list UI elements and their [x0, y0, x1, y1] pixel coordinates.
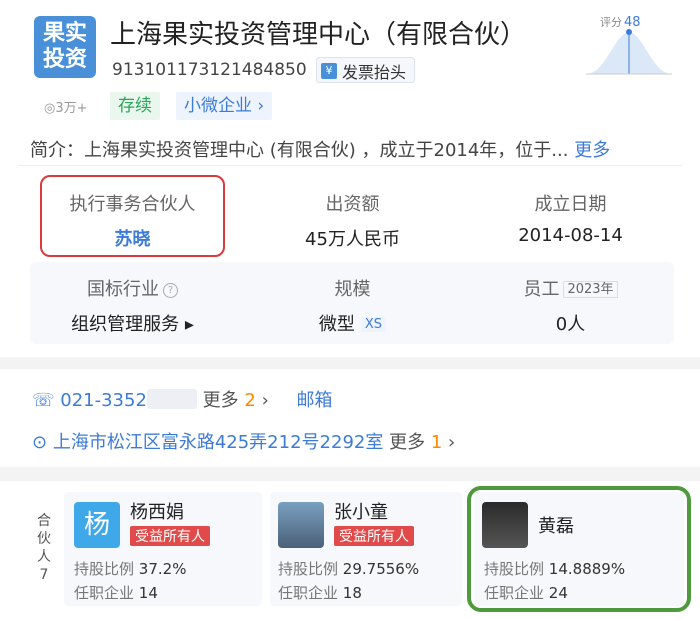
company-count-value: 14 [138, 584, 158, 602]
partner-name: 张小童 [334, 502, 388, 523]
location-pin-icon: ⊙ [32, 432, 48, 453]
capital-label: 出资额 [325, 194, 380, 215]
score-chart[interactable]: 评分 48 [584, 12, 674, 84]
intro-more-link[interactable]: 更多 [574, 140, 610, 161]
beneficiary-badge: 受益所有人 [334, 526, 414, 546]
share-value: 37.2% [138, 560, 187, 578]
status-badge[interactable]: 存续 [110, 92, 160, 120]
staff-label: 员工 [523, 279, 560, 300]
beneficiary-badge: 受益所有人 [130, 526, 210, 546]
section-gap [0, 467, 700, 481]
date-label: 成立日期 [534, 194, 607, 215]
scale-cell: 规模 微型 XS [260, 275, 445, 336]
address-more-link[interactable]: 更多 1 › [389, 432, 455, 453]
phone-icon: ☏ [32, 390, 55, 411]
scale-value: 微型 [318, 314, 355, 335]
section-gap [0, 357, 700, 369]
intro-text: 上海果实投资管理中心 (有限合伙) ，成立于2014年，位于... [84, 140, 569, 161]
staff-year-tag: 2023年 [563, 281, 618, 298]
partner-card[interactable]: 杨 杨西娟 受益所有人 持股比例 37.2% 任职企业 14 [64, 492, 262, 606]
partner-card[interactable]: 张小童 受益所有人 持股比例 29.7556% 任职企业 18 [270, 492, 462, 606]
eye-icon: ◎ [44, 101, 56, 116]
industry-label: 国标行业 [87, 279, 159, 300]
industry-cell: 国标行业? 组织管理服务 ▸ [40, 275, 225, 336]
industry-link[interactable]: 组织管理服务 ▸ [40, 310, 225, 336]
blurred-digits [146, 389, 197, 409]
caret-right-icon: ▸ [184, 314, 194, 335]
avatar: 杨 [74, 502, 120, 548]
capital-value: 45万人民币 [305, 229, 400, 250]
company-count-label: 任职企业 [74, 584, 135, 602]
phone-number[interactable]: 021-3352 [60, 390, 147, 411]
date-cell: 成立日期 2014-08-14 [478, 190, 663, 246]
scale-label: 规模 [334, 279, 371, 300]
invoice-label: 发票抬头 [342, 62, 407, 82]
share-label: 持股比例 [74, 560, 135, 578]
partners-count: 7 [39, 567, 49, 583]
address-row: ⊙ 上海市松江区富永路425弄212号2292室 更多 1 › [32, 428, 455, 454]
chevron-right-icon: › [257, 96, 265, 116]
avatar [278, 502, 324, 548]
date-value: 2014-08-14 [518, 225, 623, 246]
partner-name: 杨西娟 [130, 502, 184, 523]
partner-highlight-box [467, 486, 691, 612]
share-label: 持股比例 [278, 560, 339, 578]
invoice-button[interactable]: ¥ 发票抬头 [316, 57, 416, 83]
size-badge[interactable]: 小微企业 › [176, 92, 273, 120]
partner-cell: 执行事务合伙人 苏晓 [40, 190, 225, 251]
yen-icon: ¥ [321, 62, 337, 79]
scale-tag: XS [360, 317, 387, 332]
phone-row: ☏ 021-3352 更多 2 › 邮箱 [32, 386, 333, 412]
intro-line: 简介：上海果实投资管理中心 (有限合伙) ，成立于2014年，位于... 更多 [30, 136, 610, 162]
partner-label: 执行事务合伙人 [69, 194, 196, 215]
company-logo: 果实 投资 [34, 16, 96, 78]
phone-more-link[interactable]: 更多 2 › [203, 390, 269, 411]
score-label: 评分 [600, 16, 622, 29]
share-value: 29.7556% [342, 560, 420, 578]
company-count-label: 任职企业 [278, 584, 339, 602]
company-name: 上海果实投资管理中心（有限合伙） [110, 20, 527, 50]
credit-code: 913101173121484850 [112, 60, 307, 80]
logo-text-line1: 果实 [42, 21, 87, 46]
logo-text-line2: 投资 [42, 47, 87, 72]
email-link[interactable]: 邮箱 [297, 390, 333, 411]
address-link[interactable]: 上海市松江区富永路425弄212号2292室 [53, 432, 384, 453]
company-count-value: 18 [342, 584, 362, 602]
capital-cell: 出资额 45万人民币 [260, 190, 445, 251]
view-count: ◎3万+ [44, 101, 88, 116]
intro-label: 简介： [30, 140, 84, 161]
partners-side-label[interactable]: 合伙人 7 [34, 512, 54, 584]
help-icon[interactable]: ? [163, 283, 178, 298]
partner-link[interactable]: 苏晓 [40, 225, 225, 251]
divider [18, 165, 682, 166]
staff-value: 0人 [555, 314, 586, 335]
staff-cell: 员工 2023年 0人 [478, 275, 663, 336]
score-value: 48 [624, 15, 641, 30]
